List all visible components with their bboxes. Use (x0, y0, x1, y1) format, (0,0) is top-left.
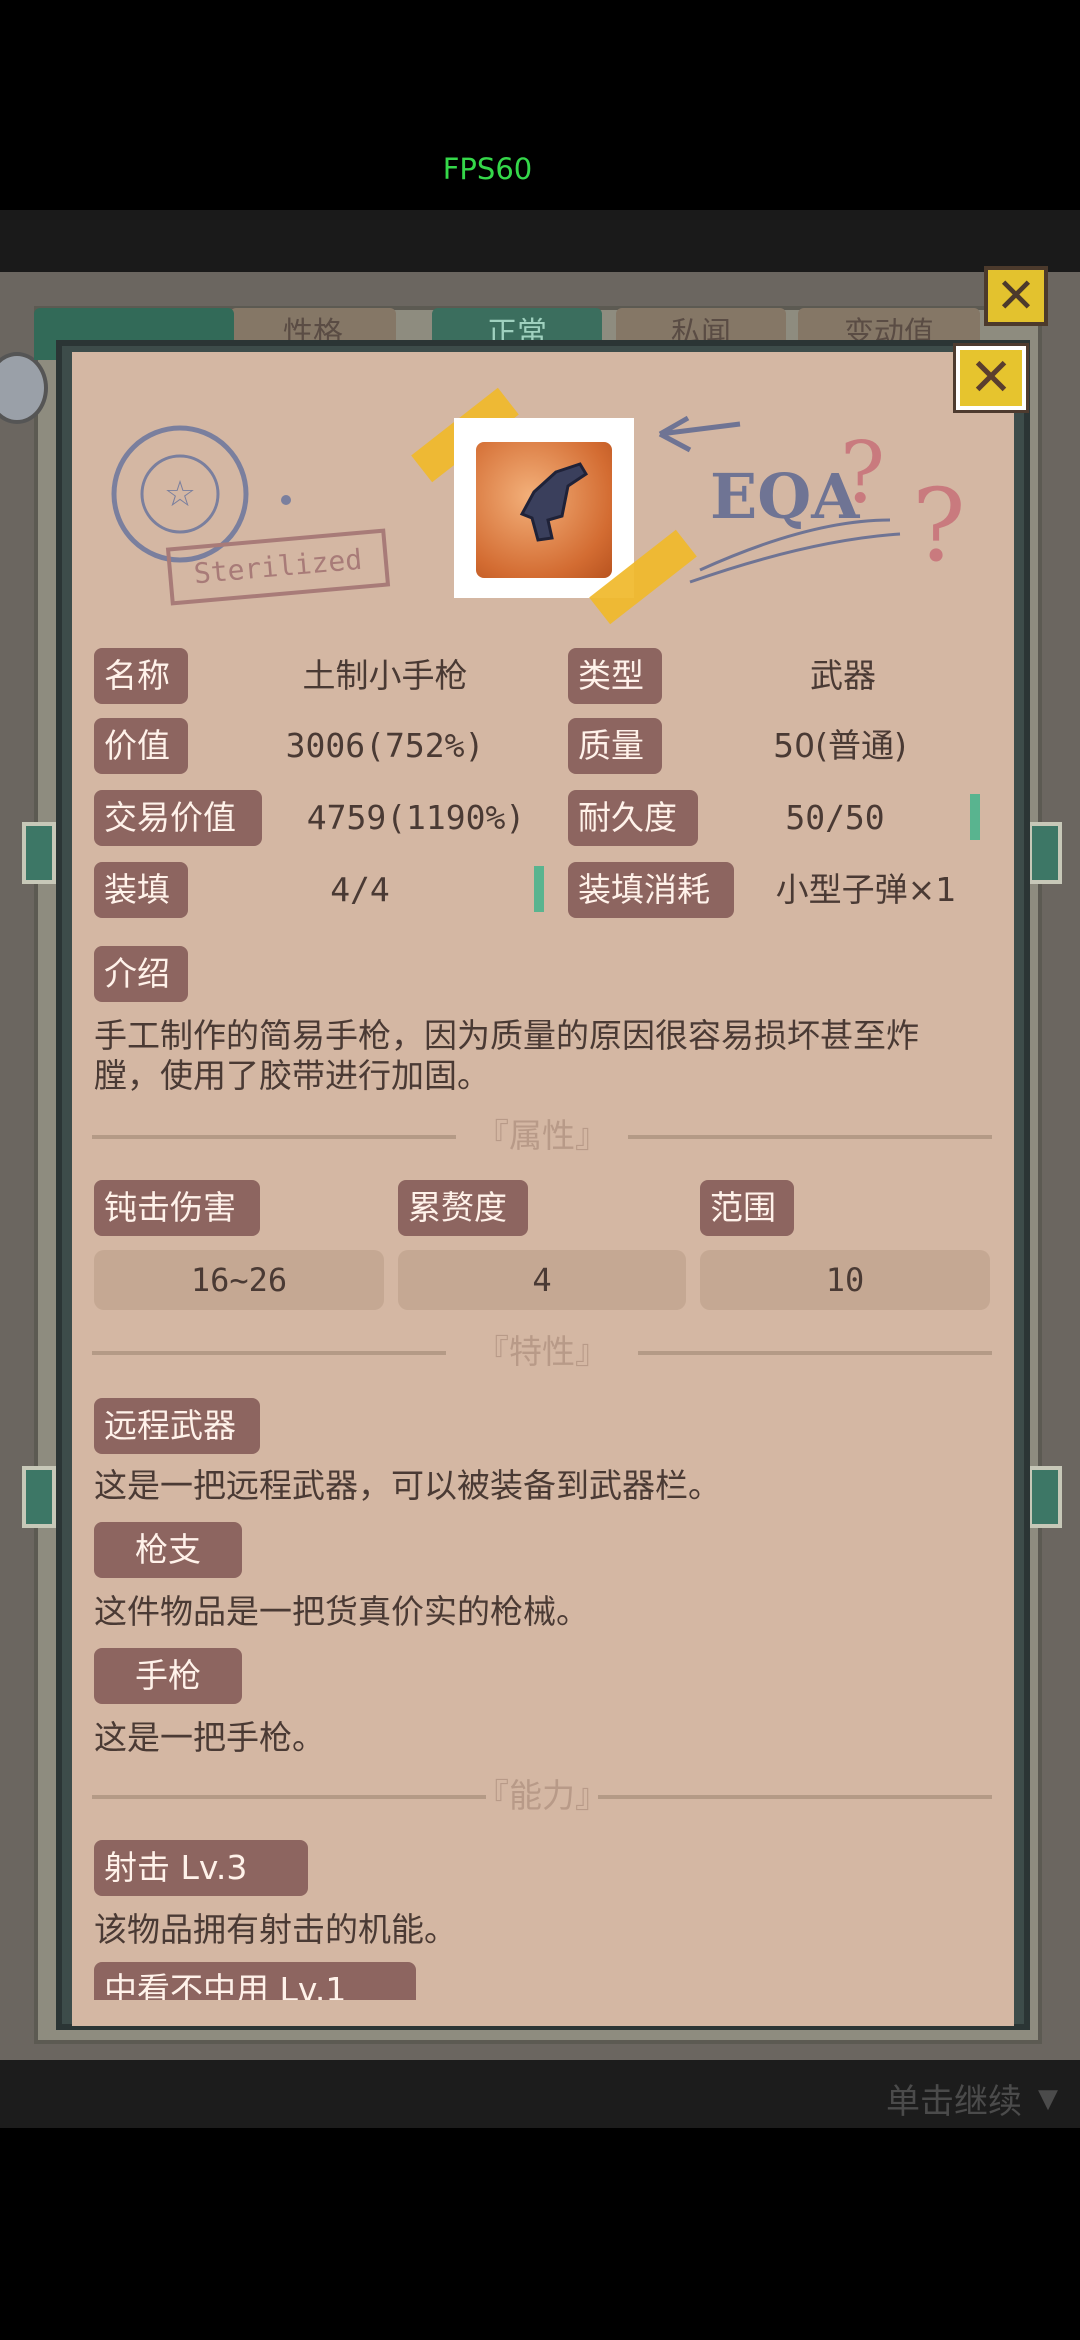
intro-line-1: 手工制作的简易手枪，因为质量的原因很容易损坏甚至炸 (94, 1016, 919, 1055)
price-label: 价值 (94, 718, 188, 774)
durability-value: 50/50 (785, 798, 885, 837)
continue-arrow-icon: ▼ (1038, 2084, 1058, 2114)
attr-label-encumbrance: 累赘度 (398, 1180, 528, 1236)
close-button[interactable]: ✕ (953, 343, 1029, 413)
ability-text-shoot: 该物品拥有射击的机能。 (94, 1910, 457, 1949)
intro-line-2: 膛，使用了胶带进行加固。 (94, 1056, 490, 1095)
ammo-value: 4/4 (330, 870, 390, 909)
item-image-frame (454, 418, 634, 598)
attr-value-blunt-damage: 16~26 (94, 1250, 384, 1310)
attributes-section-header: 『属性』 (92, 1116, 992, 1156)
trait-text-handgun: 这是一把手枪。 (94, 1718, 325, 1757)
trait-label-firearm: 枪支 (94, 1522, 242, 1578)
svg-text:?: ? (912, 467, 966, 584)
bg-right-arrow-2[interactable] (1028, 1466, 1062, 1528)
traits-section-header: 『特性』 (92, 1332, 992, 1372)
quality-value: 50(普通) (773, 726, 907, 765)
intro-label: 介绍 (94, 946, 188, 1002)
attr-value-range: 10 (700, 1250, 990, 1310)
top-dark-bar (0, 210, 1080, 272)
bg-right-arrow-1[interactable] (1028, 822, 1062, 884)
attr-label-blunt-damage: 钝击伤害 (94, 1180, 260, 1236)
bg-left-arrow-1[interactable] (22, 822, 56, 884)
trade-value: 4759(1190%) (306, 798, 526, 837)
fps-counter: FPS60 (442, 152, 533, 186)
traits-title: 『特性』 (476, 1332, 608, 1371)
attr-label-range: 范围 (700, 1180, 794, 1236)
svg-text:EQA: EQA (710, 460, 860, 533)
trade-value-label: 交易价值 (94, 790, 262, 846)
name-label: 名称 (94, 648, 188, 704)
continue-prompt[interactable]: 单击继续 (886, 2074, 1022, 2123)
ammo-label: 装填 (94, 862, 188, 918)
type-label: 类型 (568, 648, 662, 704)
ability-label-shoot: 射击 Lv.3 (94, 1840, 308, 1896)
attr-value-encumbrance: 4 (398, 1250, 686, 1310)
ability-label-useless: 中看不中用 Lv.1 (94, 1962, 416, 2000)
background-close-button[interactable]: ✕ (984, 266, 1048, 326)
svg-text:?: ? (840, 424, 885, 522)
pistol-icon (519, 462, 589, 542)
attributes-title: 『属性』 (476, 1116, 608, 1155)
abilities-title: 『能力』 (476, 1776, 608, 1815)
abilities-section-header: 『能力』 (92, 1776, 992, 1816)
durability-label: 耐久度 (568, 790, 698, 846)
name-value: 土制小手枪 (302, 656, 468, 695)
trait-text-ranged: 这是一把远程武器，可以被装备到武器栏。 (94, 1466, 721, 1505)
svg-text:☆: ☆ (164, 474, 196, 515)
durability-gauge (970, 794, 980, 840)
type-value: 武器 (810, 656, 876, 695)
item-icon-bg (476, 442, 612, 578)
price-value: 3006(752%) (285, 726, 485, 765)
eqa-scribble-icon: EQA ? ? (658, 415, 966, 584)
ammo-cost-label: 装填消耗 (568, 862, 734, 918)
trait-label-handgun: 手枪 (94, 1648, 242, 1704)
trait-text-firearm: 这件物品是一把货真价实的枪械。 (94, 1592, 589, 1631)
trait-label-ranged: 远程武器 (94, 1398, 260, 1454)
quality-label: 质量 (568, 718, 662, 774)
bg-left-arrow-2[interactable] (22, 1466, 56, 1528)
ammo-cost-value: 小型子弹×1 (775, 870, 957, 909)
ammo-gauge (534, 866, 544, 912)
